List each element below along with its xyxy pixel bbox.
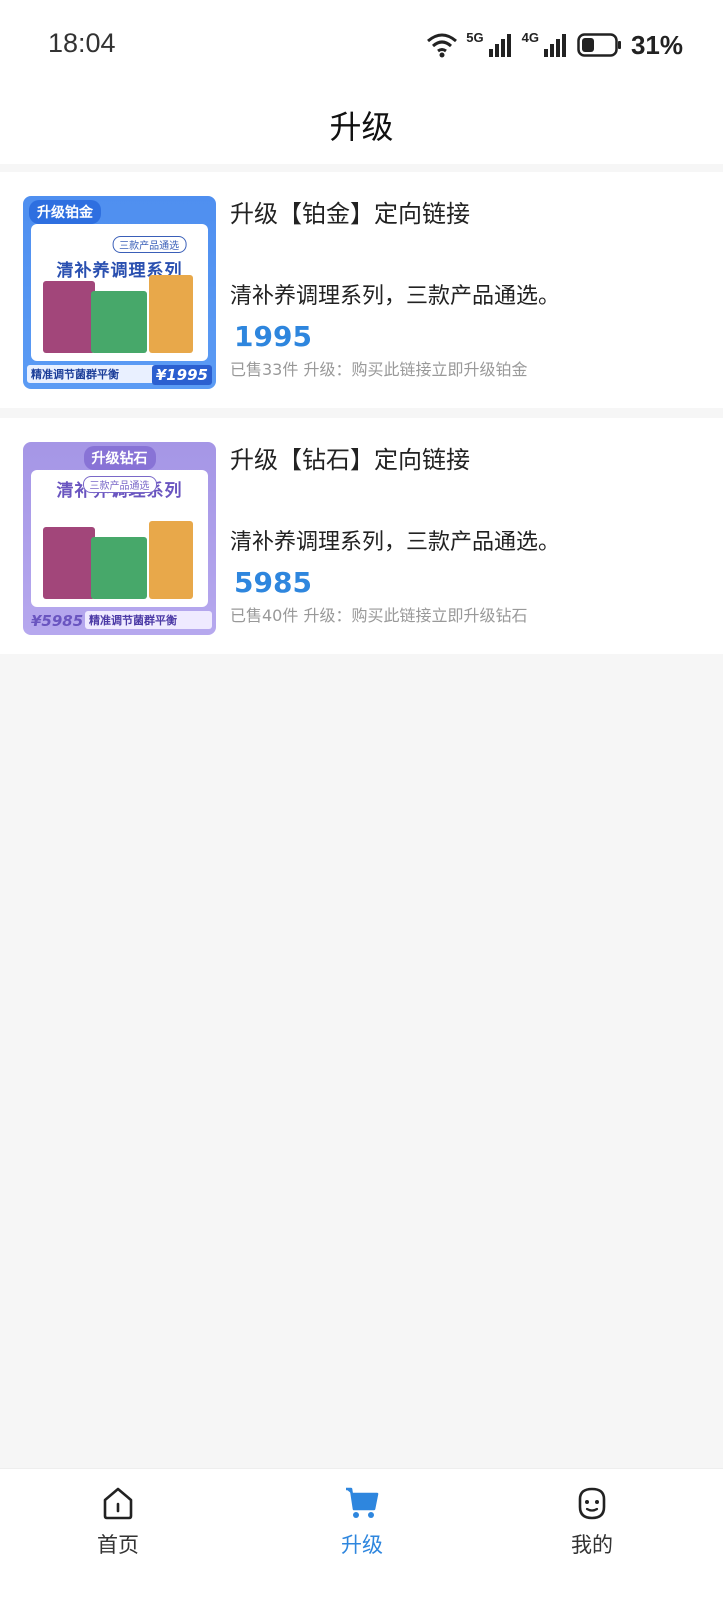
thumbnail-price: ¥5985 [31, 612, 84, 630]
product-price: 1995 [234, 320, 312, 353]
page-title: 升级 [329, 108, 394, 146]
product-description: 清补养调理系列，三款产品通选。 [230, 530, 561, 555]
status-time: 18:04 [48, 28, 116, 58]
face-icon [578, 1487, 606, 1520]
product-meta: 已售40件 升级：购买此链接立即升级钻石 [230, 606, 528, 625]
product-description: 清补养调理系列，三款产品通选。 [230, 284, 561, 309]
wifi-icon [427, 33, 458, 58]
battery-icon [577, 33, 621, 57]
thumbnail-chip: 三款产品通选 [112, 236, 187, 253]
tab-home-label: 首页 [97, 1533, 139, 1557]
thumbnail-slogan: 精准调节菌群平衡 [85, 611, 212, 629]
product-box-green [91, 537, 147, 599]
tab-upgrade-label: 升级 [341, 1533, 383, 1557]
home-icon [103, 1487, 133, 1520]
product-thumbnail[interactable]: 升级钻石 清补养调理系列 三款产品通选 精准调节菌群平衡 ¥5985 [23, 442, 216, 635]
product-meta: 已售33件 升级：购买此链接立即升级铂金 [230, 360, 528, 379]
tab-mine[interactable]: 我的 [522, 1485, 662, 1585]
thumbnail-tag: 升级钻石 [83, 446, 156, 470]
product-title[interactable]: 升级【铂金】定向链接 [230, 194, 470, 229]
product-box-purple [43, 527, 95, 599]
status-bar: 18:04 5G 4G 31% [0, 0, 723, 86]
product-thumbnail[interactable]: 升级铂金 三款产品通选 清补养调理系列 精准调节菌群平衡 ¥1995 [23, 196, 216, 389]
tab-upgrade[interactable]: 升级 [292, 1485, 432, 1585]
thumbnail-panel: 三款产品通选 清补养调理系列 [31, 224, 208, 361]
network-4g-label: 4G [521, 29, 539, 45]
product-title[interactable]: 升级【钻石】定向链接 [230, 440, 470, 475]
product-card-diamond[interactable]: 升级钻石 清补养调理系列 三款产品通选 精准调节菌群平衡 ¥5985 升级【钻石… [0, 418, 723, 654]
tab-home[interactable]: 首页 [48, 1485, 188, 1585]
thumbnail-tag: 升级铂金 [29, 200, 101, 224]
product-box-orange [149, 521, 193, 599]
product-card-platinum[interactable]: 升级铂金 三款产品通选 清补养调理系列 精准调节菌群平衡 ¥1995 升级【铂金… [0, 172, 723, 408]
battery-percent: 31% [630, 29, 683, 60]
page-header: 升级 [0, 86, 723, 164]
signal-4g-icon [543, 34, 566, 57]
product-box-purple [43, 281, 95, 353]
signal-5g-icon [488, 34, 511, 57]
thumbnail-chip: 三款产品通选 [82, 476, 157, 493]
cart-icon [346, 1487, 379, 1518]
network-5g-label: 5G [466, 29, 484, 45]
status-indicators: 5G 4G 31% [426, 30, 683, 60]
product-box-orange [149, 275, 193, 353]
product-box-green [91, 291, 147, 353]
thumbnail-price: ¥1995 [151, 365, 212, 385]
bottom-tab-bar: 首页 升级 我的 [0, 1468, 723, 1600]
tab-mine-label: 我的 [571, 1533, 613, 1557]
product-price: 5985 [234, 566, 312, 599]
